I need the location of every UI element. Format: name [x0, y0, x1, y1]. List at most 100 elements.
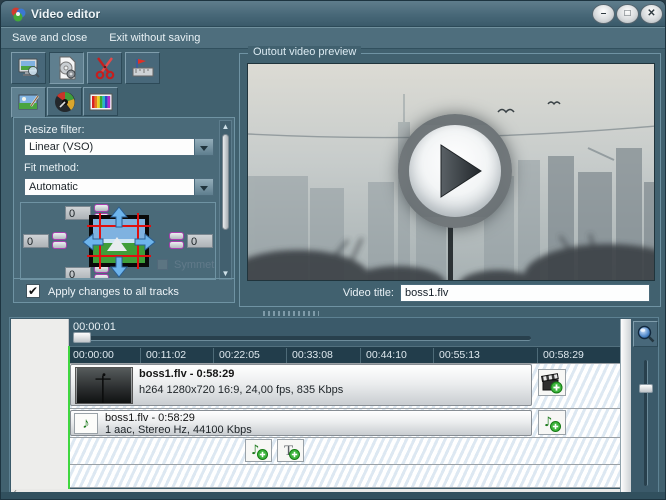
audio-clip-details: 1 aac, Stereo Hz, 44100 Kbps	[105, 424, 252, 436]
ruler-tick-line	[537, 348, 538, 363]
color-bars-icon	[89, 92, 113, 112]
apply-all-label: Apply changes to all tracks	[48, 286, 179, 298]
gauge-icon	[53, 90, 77, 114]
playhead-line[interactable]	[68, 346, 70, 489]
fit-method-label: Fit method:	[24, 162, 79, 174]
ruler-tick-line	[433, 348, 434, 363]
monitor-preview-icon	[16, 55, 42, 81]
ruler-tick-label: 00:22:05	[219, 349, 260, 361]
crop-right-stepper[interactable]	[169, 232, 184, 249]
fit-method-value: Automatic	[25, 179, 194, 195]
video-clip[interactable]: boss1.flv - 0:58:29 h264 1280x720 16:9, …	[70, 364, 532, 406]
apply-row: ✔ Apply changes to all tracks	[14, 278, 234, 302]
add-track-row	[69, 437, 620, 464]
ruler-tick-label: 00:58:29	[543, 349, 584, 361]
scroll-up-icon[interactable]: ▲	[221, 122, 230, 131]
video-clip-details: h264 1280x720 16:9, 24,00 fps, 835 Kbps	[139, 384, 343, 396]
magnifier-icon	[636, 324, 656, 344]
settings-scrollbar[interactable]: ▲ ▼	[219, 120, 232, 280]
music-note-icon: ♪	[74, 413, 98, 434]
crop-groupbox: 0 0 0 0	[20, 202, 216, 280]
menu-save-and-close[interactable]: Save and close	[1, 29, 98, 47]
timeline-ruler[interactable]: 00:00:00 00:11:02 00:22:05 00:33:08 00:44:10…	[69, 346, 620, 363]
chevron-down-icon[interactable]	[194, 179, 213, 195]
ruler-tick-line	[286, 348, 287, 363]
timeline-panel: 00:00:01 00:00:0000:11:0200:22:0500:33:0…	[9, 317, 659, 494]
note-add-icon: ♪	[249, 441, 269, 461]
symmetric-label: Symmetric	[174, 259, 216, 271]
text-add-icon: T	[281, 441, 301, 461]
crop-top-input[interactable]: 0	[65, 206, 91, 220]
seek-slider-thumb[interactable]	[73, 332, 91, 343]
marker-tool-button[interactable]	[125, 52, 160, 84]
flag-marker-icon	[130, 55, 156, 81]
tab-resize-crop[interactable]	[11, 87, 46, 118]
note-add-icon: ♪	[542, 413, 562, 433]
video-clip-title: boss1.flv - 0:58:29	[139, 368, 234, 380]
play-triangle-icon	[409, 125, 501, 217]
empty-track-row	[69, 464, 620, 488]
window-bottom-edge	[1, 492, 665, 499]
ruler-tick-label: 00:33:08	[292, 349, 333, 361]
app-icon	[10, 6, 26, 22]
audio-clip-title: boss1.flv - 0:58:29	[105, 412, 195, 424]
close-button[interactable]: ✕	[640, 4, 663, 24]
audio-clip[interactable]: ♪ boss1.flv - 0:58:29 1 aac, Stereo Hz, …	[70, 410, 532, 436]
timeline-zoom-slider[interactable]	[644, 360, 648, 486]
tab-adjust[interactable]	[47, 87, 82, 116]
video-preview[interactable]	[247, 63, 655, 281]
maximize-button[interactable]: □	[616, 4, 639, 24]
tracks-vscrollbar[interactable]	[620, 319, 631, 495]
video-title-row: Video title:	[242, 282, 660, 304]
add-video-clip-button[interactable]	[538, 369, 566, 396]
zoom-slider-thumb[interactable]	[639, 384, 653, 393]
ruler-tick-line	[213, 348, 214, 363]
apply-all-checkbox[interactable]: ✔	[26, 284, 40, 298]
crop-right-input[interactable]: 0	[187, 234, 213, 248]
crop-preview[interactable]	[89, 215, 149, 267]
video-title-input[interactable]	[400, 284, 650, 302]
ruler-tick-line	[140, 348, 141, 363]
minimize-button[interactable]: –	[592, 4, 615, 24]
titlebar: Video editor – □ ✕	[1, 1, 665, 27]
zoom-tool-button[interactable]	[633, 321, 658, 347]
ruler-tick-label: 00:55:13	[439, 349, 480, 361]
video-title-label: Video title:	[242, 287, 400, 299]
toolbar	[1, 49, 237, 87]
ruler-tick-label: 00:11:02	[146, 349, 186, 361]
splitter-grip[interactable]	[263, 311, 319, 316]
resize-settings-panel: Resize filter: Linear (VSO) Fit method: …	[13, 117, 235, 303]
timeline-tools	[631, 318, 659, 495]
file-settings-tool-button[interactable]	[49, 52, 84, 84]
seek-slider[interactable]	[73, 336, 531, 341]
crop-left-stepper[interactable]	[52, 232, 67, 249]
preview-group-title: Outout video preview	[248, 46, 361, 58]
file-disc-icon	[54, 55, 80, 81]
scissors-icon	[92, 55, 118, 81]
fit-method-dropdown[interactable]: Automatic	[24, 178, 214, 196]
cut-tool-button[interactable]	[87, 52, 122, 84]
image-edit-icon	[17, 92, 41, 114]
resize-filter-value: Linear (VSO)	[25, 139, 194, 155]
preview-tool-button[interactable]	[11, 52, 46, 84]
output-preview-group: Outout video preview	[239, 53, 661, 307]
add-audio-track-button[interactable]: ♪	[245, 439, 272, 462]
ruler-tick-label: 00:44:10	[366, 349, 407, 361]
clapperboard-add-icon	[541, 372, 563, 394]
crop-left-input[interactable]: 0	[23, 234, 49, 248]
track-rows: boss1.flv - 0:58:29 h264 1280x720 16:9, …	[11, 363, 620, 489]
tab-colors[interactable]	[83, 87, 118, 116]
scroll-down-icon[interactable]: ▼	[221, 269, 230, 278]
ruler-tick-label: 00:00:00	[73, 349, 114, 361]
chevron-down-icon[interactable]	[194, 139, 213, 155]
play-button[interactable]	[398, 114, 512, 228]
video-thumbnail	[75, 367, 133, 404]
add-text-track-button[interactable]: T	[277, 439, 304, 462]
resize-filter-label: Resize filter:	[24, 124, 85, 136]
add-audio-clip-button[interactable]: ♪	[538, 410, 566, 435]
symmetric-checkbox[interactable]	[157, 259, 168, 270]
scrollbar-thumb[interactable]	[222, 134, 229, 230]
ruler-tick-line	[360, 348, 361, 363]
resize-filter-dropdown[interactable]: Linear (VSO)	[24, 138, 214, 156]
menu-exit-without-saving[interactable]: Exit without saving	[98, 29, 211, 47]
